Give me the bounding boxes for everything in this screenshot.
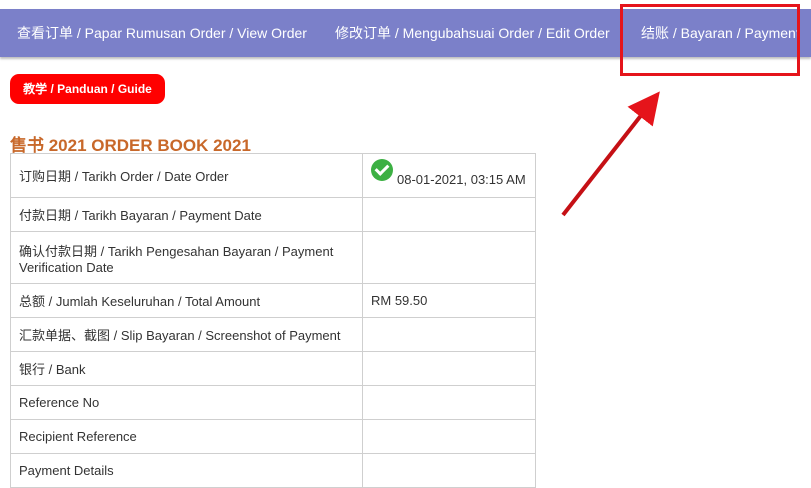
row-value (362, 419, 536, 454)
row-label: 付款日期 / Tarikh Bayaran / Payment Date (10, 197, 363, 232)
row-value (362, 351, 536, 386)
table-row: 付款日期 / Tarikh Bayaran / Payment Date (10, 197, 536, 232)
nav-view-order[interactable]: 查看订单 / Papar Rumusan Order / View Order (17, 9, 307, 57)
row-label: 汇款单据、截图 / Slip Bayaran / Screenshot of P… (10, 317, 363, 352)
order-details-table: 订购日期 / Tarikh Order / Date Order 08-01-2… (10, 153, 536, 488)
order-date-value: 08-01-2021, 03:15 AM (397, 171, 526, 187)
row-label: 银行 / Bank (10, 351, 363, 386)
table-row: Payment Details (10, 453, 536, 488)
row-value (362, 231, 536, 284)
row-value (362, 385, 536, 420)
row-value (362, 453, 536, 488)
row-value-cell: 08-01-2021, 03:15 AM (362, 153, 536, 198)
total-amount-value: RM 59.50 (362, 283, 536, 318)
row-label: 确认付款日期 / Tarikh Pengesahan Bayaran / Pay… (10, 231, 363, 284)
row-value (362, 197, 536, 232)
guide-button[interactable]: 教学 / Panduan / Guide (10, 74, 165, 104)
row-label: 订购日期 / Tarikh Order / Date Order (10, 153, 363, 198)
nav-edit-order[interactable]: 修改订单 / Mengubahsuai Order / Edit Order (335, 9, 610, 57)
payment-highlight-annotation (620, 4, 800, 76)
table-row: Reference No (10, 385, 536, 420)
row-value (362, 317, 536, 352)
check-circle-icon (371, 158, 393, 181)
table-row: 银行 / Bank (10, 351, 536, 386)
table-row: Recipient Reference (10, 419, 536, 454)
table-row: 汇款单据、截图 / Slip Bayaran / Screenshot of P… (10, 317, 536, 352)
row-label: 总额 / Jumlah Keseluruhan / Total Amount (10, 283, 363, 318)
table-row: 确认付款日期 / Tarikh Pengesahan Bayaran / Pay… (10, 231, 536, 284)
row-label: Reference No (10, 385, 363, 420)
table-row: 总额 / Jumlah Keseluruhan / Total Amount R… (10, 283, 536, 318)
row-label: Recipient Reference (10, 419, 363, 454)
arrow-line (561, 91, 660, 217)
table-row: 订购日期 / Tarikh Order / Date Order 08-01-2… (10, 153, 536, 198)
row-label: Payment Details (10, 453, 363, 488)
